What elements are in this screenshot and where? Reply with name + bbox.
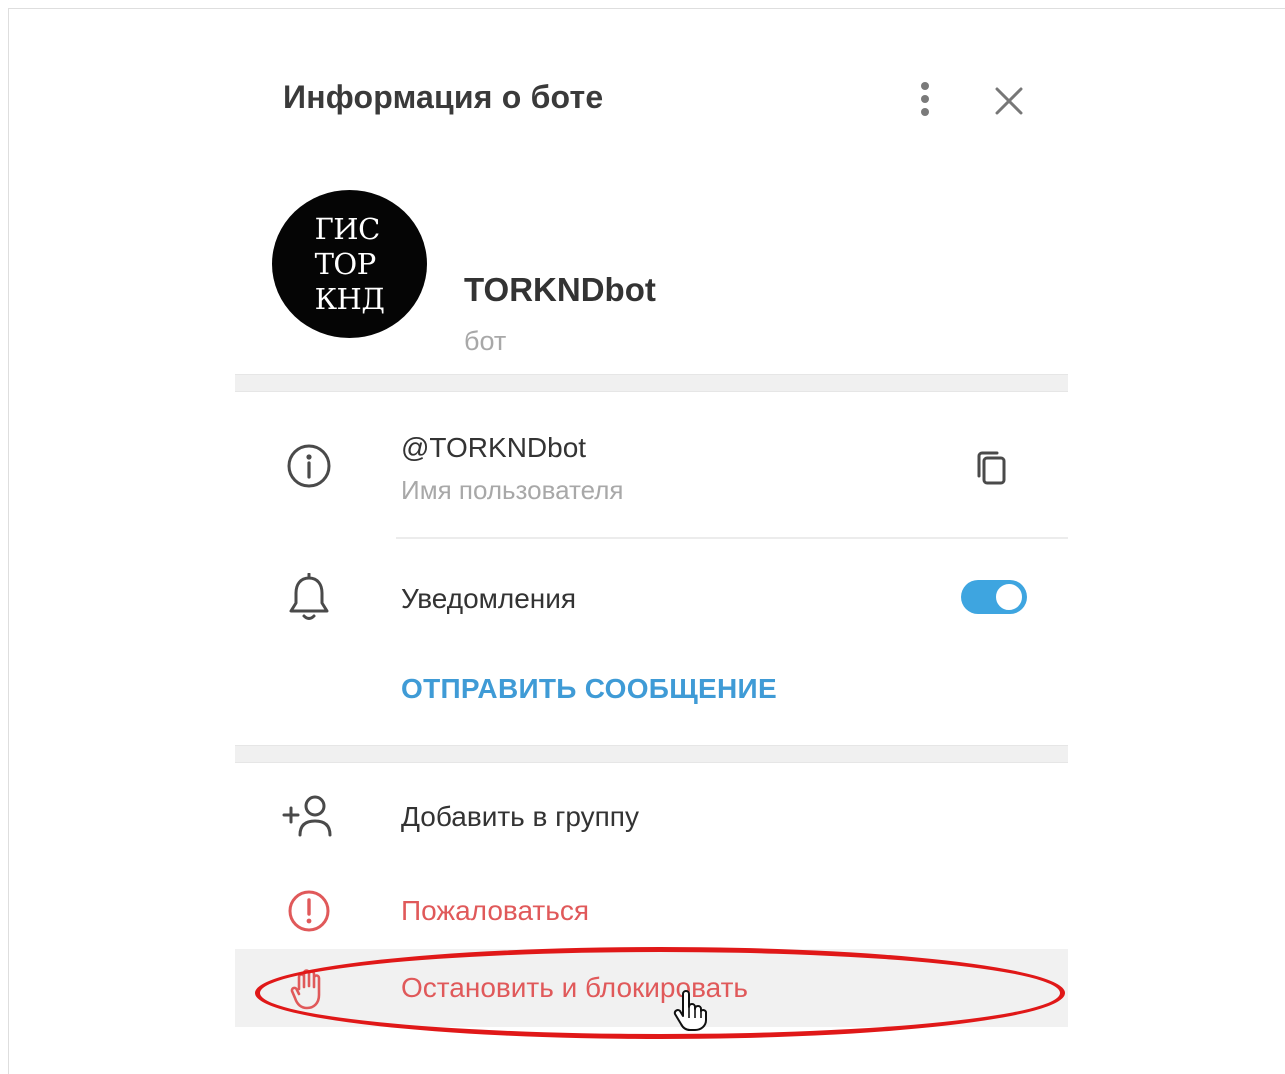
info-icon-wrap bbox=[281, 438, 337, 494]
bell-icon bbox=[289, 573, 329, 620]
avatar-line: ТОР bbox=[314, 246, 377, 281]
add-user-icon-wrap bbox=[281, 789, 337, 845]
row-divider bbox=[396, 537, 1068, 539]
avatar-line: ГИС bbox=[314, 211, 381, 246]
close-icon bbox=[995, 87, 1023, 115]
profile-section: ГИС ТОР КНД TORKNDbot бот bbox=[235, 152, 1068, 374]
notifications-row[interactable]: Уведомления bbox=[235, 547, 1068, 647]
report-row[interactable]: Пожаловаться bbox=[235, 867, 1068, 947]
username-row[interactable]: @TORKNDbot Имя пользователя bbox=[235, 392, 1068, 540]
cursor-hand-icon bbox=[673, 990, 707, 1031]
bot-info-panel: Информация о боте ГИС ТОР КНД TORKNDbot … bbox=[235, 47, 1068, 1052]
bot-name: TORKNDbot bbox=[464, 271, 656, 308]
notifications-toggle[interactable] bbox=[961, 580, 1027, 614]
panel-header: Информация о боте bbox=[235, 47, 1068, 152]
more-options-button[interactable] bbox=[907, 77, 943, 121]
username-value: @TORKNDbot bbox=[401, 432, 587, 463]
bot-type-label: бот bbox=[464, 326, 507, 356]
avatar[interactable]: ГИС ТОР КНД bbox=[272, 190, 427, 338]
add-user-icon bbox=[282, 795, 332, 837]
avatar-logo-text: ГИС ТОР КНД bbox=[315, 212, 385, 317]
page-title: Информация о боте bbox=[283, 79, 604, 115]
bell-icon-wrap bbox=[281, 570, 337, 626]
add-to-group-row[interactable]: Добавить в группу bbox=[235, 771, 1068, 861]
send-message-link[interactable]: ОТПРАВИТЬ СООБЩЕНИЕ bbox=[401, 673, 777, 705]
avatar-line: КНД bbox=[314, 281, 385, 316]
report-label: Пожаловаться bbox=[401, 895, 590, 926]
close-button[interactable] bbox=[987, 79, 1031, 123]
report-icon-wrap bbox=[281, 883, 337, 939]
copy-username-button[interactable] bbox=[970, 444, 1014, 492]
report-icon bbox=[288, 890, 330, 932]
copy-icon bbox=[977, 451, 1006, 485]
add-to-group-label: Добавить в группу bbox=[401, 801, 639, 832]
toggle-knob bbox=[994, 582, 1024, 612]
more-vertical-icon bbox=[921, 82, 929, 116]
section-divider bbox=[235, 745, 1068, 763]
info-icon bbox=[287, 444, 331, 488]
section-divider bbox=[235, 374, 1068, 392]
highlight-annotation bbox=[255, 947, 1065, 1039]
username-caption: Имя пользователя bbox=[401, 475, 624, 505]
notifications-label: Уведомления bbox=[401, 583, 577, 614]
